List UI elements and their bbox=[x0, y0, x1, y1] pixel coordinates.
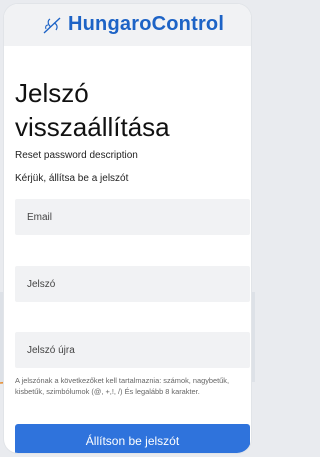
header-bar: HungaroControl bbox=[4, 4, 251, 46]
brand-name: HungaroControl bbox=[68, 13, 225, 35]
password-field[interactable] bbox=[15, 266, 250, 302]
password-repeat-field[interactable] bbox=[15, 332, 250, 368]
page-title: Jelszó visszaállítása bbox=[15, 78, 170, 142]
reset-password-card: HungaroControl Jelszó visszaállítása Res… bbox=[4, 4, 251, 453]
password-requirements-hint: A jelszónak a következőket kell tartalma… bbox=[15, 376, 230, 396]
plane-logo-icon bbox=[43, 16, 61, 34]
page-description: Reset password description bbox=[15, 150, 138, 161]
instruction-text: Kérjük, állítsa be a jelszót bbox=[15, 173, 129, 184]
email-field[interactable] bbox=[15, 199, 250, 235]
set-password-button[interactable]: Állítson be jelszót bbox=[15, 424, 250, 453]
brand-logo[interactable]: HungaroControl bbox=[42, 13, 224, 36]
